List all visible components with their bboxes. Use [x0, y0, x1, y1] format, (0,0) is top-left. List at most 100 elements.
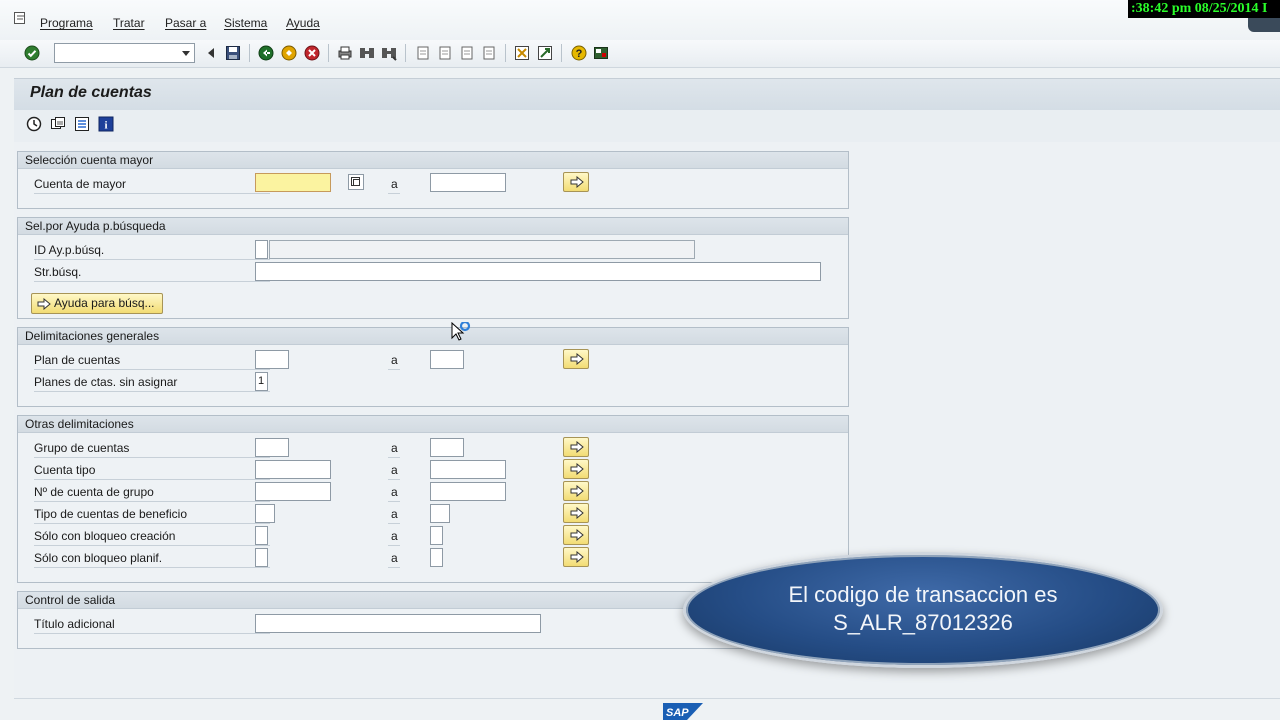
find-next-icon[interactable] [381, 45, 397, 61]
label-underline [34, 523, 270, 524]
str-busq-input[interactable] [255, 262, 821, 281]
multiple-selection-button[interactable] [563, 547, 589, 567]
id-ayuda-description [269, 240, 695, 259]
planes-sin-asignar-input[interactable]: 1 [255, 372, 268, 391]
exit-icon[interactable] [281, 45, 297, 61]
multiple-selection-button[interactable] [563, 503, 589, 523]
label-underline [34, 369, 270, 370]
menu-sistema[interactable]: Sistema [224, 16, 267, 30]
last-page-icon[interactable] [481, 45, 497, 61]
menu-programa[interactable]: Programa [40, 16, 93, 30]
tipo-cuentas-beneficio-from-input[interactable] [255, 504, 275, 523]
find-icon[interactable] [359, 45, 375, 61]
cuenta-tipo-to-input[interactable] [430, 460, 506, 479]
label-underline [34, 633, 270, 634]
cuenta-de-mayor-from-input[interactable] [255, 173, 331, 192]
multiple-selection-button[interactable] [563, 437, 589, 457]
arrow-right-icon [570, 485, 584, 497]
arrow-right-icon [570, 441, 584, 453]
label-underline [34, 259, 270, 260]
create-session-icon[interactable] [514, 45, 530, 61]
range-to-label: a [391, 485, 398, 499]
back-icon[interactable] [258, 45, 274, 61]
titulo-adicional-input[interactable] [255, 614, 541, 633]
numero-cuenta-grupo-to-input[interactable] [430, 482, 506, 501]
cuenta-tipo-from-input[interactable] [255, 460, 331, 479]
help-icon[interactable]: ? [571, 45, 587, 61]
enter-check-icon[interactable] [24, 45, 40, 61]
label-str-busq: Str.búsq. [34, 265, 82, 279]
first-page-icon[interactable] [415, 45, 431, 61]
bloqueo-creacion-to-input[interactable] [430, 526, 443, 545]
group-ayuda-busqueda: Sel.por Ayuda p.búsqueda ID Ay.p.búsq. S… [17, 217, 849, 319]
group-title: Delimitaciones generales [18, 328, 848, 345]
multiple-selection-button[interactable] [563, 525, 589, 545]
numero-cuenta-grupo-from-input[interactable] [255, 482, 331, 501]
range-to-label: a [391, 177, 398, 191]
tipo-cuentas-beneficio-to-input[interactable] [430, 504, 450, 523]
customize-layout-icon[interactable] [593, 45, 609, 61]
label-underline [388, 545, 400, 546]
group-seleccion-cuenta-mayor: Selección cuenta mayor Cuenta de mayor a [17, 151, 849, 209]
label-id-ayuda: ID Ay.p.búsq. [34, 243, 105, 257]
ayuda-para-busqueda-button[interactable]: Ayuda para búsq... [31, 293, 163, 314]
label-underline [388, 193, 400, 194]
annotation-bubble: El codigo de transaccion es S_ALR_870123… [683, 552, 1163, 668]
label-cuenta-tipo: Cuenta tipo [34, 463, 96, 477]
arrow-right-icon [570, 176, 584, 188]
info-icon[interactable]: i [98, 116, 114, 132]
matchcode-icon[interactable] [348, 174, 364, 190]
label-underline [388, 567, 400, 568]
label-underline [34, 281, 270, 282]
execute-icon[interactable] [26, 116, 42, 132]
bloqueo-planif-from-input[interactable] [255, 548, 268, 567]
shortcut-icon[interactable] [537, 45, 553, 61]
arrow-right-icon [570, 529, 584, 541]
menu-ayuda[interactable]: Ayuda [286, 16, 320, 30]
label-tipo-cuentas-beneficio: Tipo de cuentas de beneficio [34, 507, 187, 521]
window-control[interactable] [1248, 18, 1280, 32]
collapse-left-icon[interactable] [203, 45, 219, 61]
status-bar-divider [14, 698, 1280, 699]
annotation-line-1: El codigo de transaccion es [788, 582, 1058, 607]
multiple-selection-button[interactable] [563, 481, 589, 501]
selection-options-icon[interactable] [74, 116, 90, 132]
menu-pasar-a[interactable]: Pasar a [165, 16, 206, 30]
next-page-icon[interactable] [459, 45, 475, 61]
page-title: Plan de cuentas [30, 84, 152, 101]
label-titulo-adicional: Título adicional [34, 617, 115, 631]
print-icon[interactable] [337, 45, 353, 61]
grupo-de-cuentas-to-input[interactable] [430, 438, 464, 457]
label-underline [388, 479, 400, 480]
group-title: Otras delimitaciones [18, 416, 848, 433]
chevron-down-icon[interactable] [182, 51, 190, 56]
multiple-selection-button[interactable] [563, 459, 589, 479]
save-icon[interactable] [225, 45, 241, 61]
plan-de-cuentas-from-input[interactable] [255, 350, 289, 369]
toolbar-separator [405, 44, 406, 62]
bloqueo-creacion-from-input[interactable] [255, 526, 268, 545]
previous-page-icon[interactable] [437, 45, 453, 61]
menu-bar: Programa Tratar Pasar a Sistema Ayuda :3… [0, 0, 1280, 40]
get-variant-icon[interactable] [50, 116, 66, 132]
label-underline [388, 457, 400, 458]
menu-icon[interactable] [14, 12, 28, 24]
toolbar-separator [505, 44, 506, 62]
range-to-label: a [391, 463, 398, 477]
menu-tratar[interactable]: Tratar [113, 16, 145, 30]
multiple-selection-button[interactable] [563, 172, 589, 192]
label-underline [34, 501, 270, 502]
bloqueo-planif-to-input[interactable] [430, 548, 443, 567]
command-field[interactable] [54, 43, 195, 63]
label-underline [34, 567, 270, 568]
cancel-icon[interactable] [304, 45, 320, 61]
group-otras-delimitaciones: Otras delimitaciones Grupo de cuentas a … [17, 415, 849, 583]
grupo-de-cuentas-from-input[interactable] [255, 438, 289, 457]
multiple-selection-button[interactable] [563, 349, 589, 369]
annotation-line-2: S_ALR_87012326 [833, 610, 1013, 635]
arrow-right-icon [570, 551, 584, 563]
plan-de-cuentas-to-input[interactable] [430, 350, 464, 369]
planes-sin-asignar-value: 1 [258, 375, 265, 387]
cuenta-de-mayor-to-input[interactable] [430, 173, 506, 192]
id-ayuda-input[interactable] [255, 240, 268, 259]
